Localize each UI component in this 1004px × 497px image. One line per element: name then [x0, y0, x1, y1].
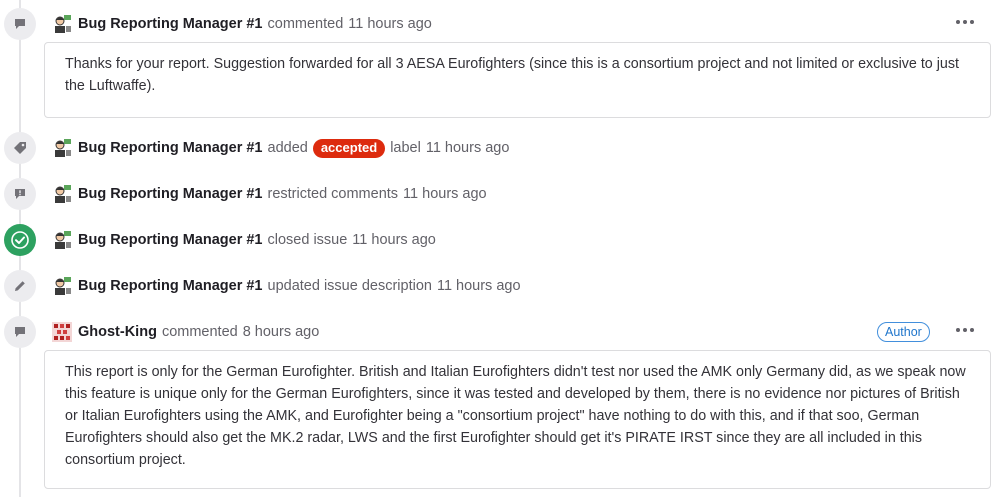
note-text: This report is only for the German Eurof… — [65, 364, 966, 468]
avatar[interactable] — [52, 14, 72, 34]
note-action: restricted comments — [267, 186, 399, 202]
note-action: added — [267, 140, 308, 156]
author-badge: Author — [877, 322, 930, 342]
comment-icon — [4, 8, 36, 40]
system-note-edit: Bug Reporting Manager #1 updated issue d… — [52, 274, 521, 298]
system-note-label: Bug Reporting Manager #1 added accepted … — [52, 136, 509, 160]
check-circle-icon — [4, 224, 36, 256]
note-timestamp[interactable]: 11 hours ago — [403, 186, 487, 202]
note-timestamp[interactable]: 11 hours ago — [437, 278, 521, 294]
note-timestamp[interactable]: 11 hours ago — [352, 232, 436, 248]
author-link[interactable]: Bug Reporting Manager #1 — [78, 16, 263, 32]
label-accepted[interactable]: accepted — [312, 138, 386, 158]
comment-icon — [4, 316, 36, 348]
more-actions-icon[interactable] — [955, 320, 975, 340]
restricted-comment-icon — [4, 178, 36, 210]
note-action: updated issue description — [267, 278, 432, 294]
note-header: Bug Reporting Manager #1 commented 11 ho… — [52, 12, 432, 36]
author-link[interactable]: Bug Reporting Manager #1 — [78, 186, 263, 202]
note-header: Ghost-King commented 8 hours ago — [52, 320, 319, 344]
note-timestamp[interactable]: 11 hours ago — [426, 140, 510, 156]
note-action: commented — [267, 16, 344, 32]
avatar[interactable] — [52, 322, 72, 342]
note-body: Thanks for your report. Suggestion forwa… — [44, 42, 991, 118]
author-link[interactable]: Ghost-King — [78, 324, 157, 340]
author-link[interactable]: Bug Reporting Manager #1 — [78, 140, 263, 156]
note-timestamp[interactable]: 11 hours ago — [348, 16, 432, 32]
avatar[interactable] — [52, 230, 72, 250]
note-text: Thanks for your report. Suggestion forwa… — [65, 56, 959, 94]
system-note-close: Bug Reporting Manager #1 closed issue 11… — [52, 228, 436, 252]
label-tag-icon — [4, 132, 36, 164]
avatar[interactable] — [52, 184, 72, 204]
author-link[interactable]: Bug Reporting Manager #1 — [78, 278, 263, 294]
note-action: closed issue — [267, 232, 348, 248]
note-body: This report is only for the German Eurof… — [44, 350, 991, 489]
note-action-suffix: label — [390, 140, 421, 156]
system-note-restrict: Bug Reporting Manager #1 restricted comm… — [52, 182, 487, 206]
pencil-icon — [4, 270, 36, 302]
note-action: commented — [161, 324, 238, 340]
note-timestamp[interactable]: 8 hours ago — [243, 324, 320, 340]
avatar[interactable] — [52, 276, 72, 296]
avatar[interactable] — [52, 138, 72, 158]
more-actions-icon[interactable] — [955, 12, 975, 32]
author-link[interactable]: Bug Reporting Manager #1 — [78, 232, 263, 248]
